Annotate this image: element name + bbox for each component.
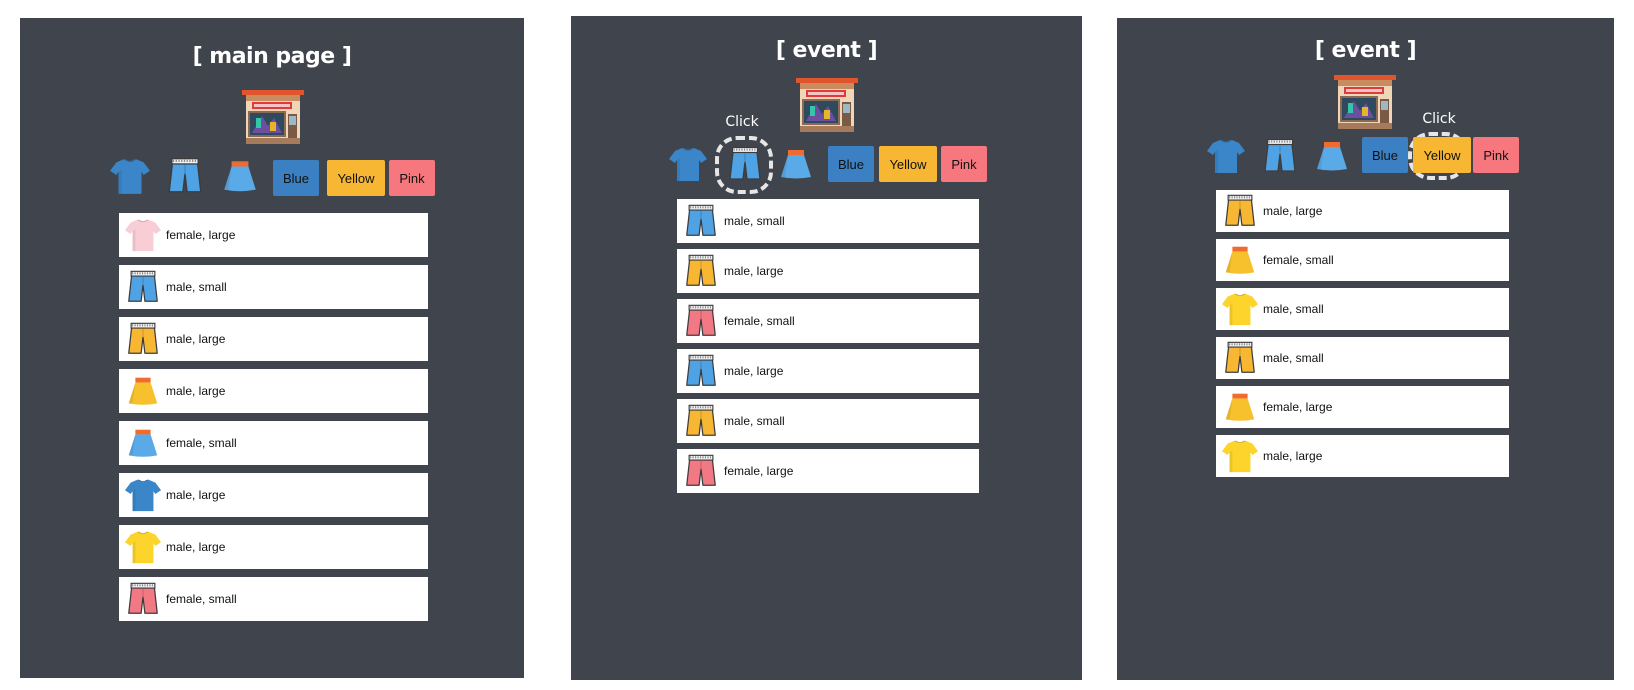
- shorts-icon: [122, 578, 164, 620]
- list-item[interactable]: male, small: [1216, 337, 1509, 379]
- yellow-filter-button[interactable]: Yellow: [1413, 137, 1471, 173]
- shorts-icon: [1219, 190, 1261, 232]
- tshirt-icon: [668, 144, 708, 184]
- event-panel-shorts: [ event ] Click Blue Yellow Pink male, s…: [571, 16, 1082, 680]
- panel-title: [ event ]: [775, 38, 878, 63]
- skirt-icon: [122, 422, 164, 464]
- shorts-filter-button[interactable]: [1258, 136, 1302, 176]
- list-item-label: female, large: [724, 464, 794, 478]
- list-item[interactable]: male, small: [677, 399, 979, 443]
- list-item-label: male, large: [166, 384, 226, 398]
- list-item-label: male, large: [166, 540, 226, 554]
- skirt-icon: [1312, 136, 1352, 176]
- list-item[interactable]: male, large: [677, 249, 979, 293]
- pink-filter-button[interactable]: Pink: [389, 160, 435, 196]
- list-item-label: male, large: [724, 364, 784, 378]
- list-item-label: male, large: [724, 264, 784, 278]
- list-item-label: female, large: [166, 228, 236, 242]
- shorts-icon: [680, 300, 722, 342]
- list-item[interactable]: male, small: [677, 199, 979, 243]
- click-label: Click: [1422, 111, 1456, 127]
- skirt-filter-button[interactable]: [774, 144, 818, 184]
- tshirt-filter-button[interactable]: [108, 156, 152, 196]
- pink-filter-button[interactable]: Pink: [1473, 137, 1519, 173]
- blue-filter-button[interactable]: Blue: [273, 160, 319, 196]
- list-item[interactable]: female, small: [1216, 239, 1509, 281]
- shorts-icon: [680, 350, 722, 392]
- list-item[interactable]: female, small: [119, 577, 428, 621]
- panel-title: [ event ]: [1314, 38, 1417, 63]
- pink-filter-button[interactable]: Pink: [941, 146, 987, 182]
- clothing-store-icon: [794, 76, 860, 134]
- list-item-label: male, large: [166, 488, 226, 502]
- shorts-icon: [680, 450, 722, 492]
- shorts-icon: [164, 155, 206, 197]
- shorts-icon: [1219, 337, 1261, 379]
- list-item-label: male, large: [1263, 204, 1323, 218]
- list-item[interactable]: female, large: [119, 213, 428, 257]
- list-item-label: female, small: [166, 592, 237, 606]
- main-page-panel: [ main page ] Blue Yellow Pink female, l…: [20, 18, 524, 678]
- clothing-store-icon: [1332, 73, 1398, 131]
- list-item-label: male, small: [166, 280, 227, 294]
- list-item-label: male, large: [166, 332, 226, 346]
- list-item[interactable]: male, large: [1216, 190, 1509, 232]
- list-item[interactable]: female, large: [677, 449, 979, 493]
- tshirt-filter-button[interactable]: [666, 144, 710, 184]
- shorts-filter-button[interactable]: [163, 156, 207, 196]
- tshirt-icon: [122, 526, 164, 568]
- blue-filter-button[interactable]: Blue: [1362, 137, 1408, 173]
- shorts-icon: [680, 250, 722, 292]
- list-item-label: male, small: [1263, 302, 1324, 316]
- list-item-label: female, small: [1263, 253, 1334, 267]
- list-item[interactable]: male, small: [119, 265, 428, 309]
- yellow-filter-button[interactable]: Yellow: [327, 160, 385, 196]
- skirt-icon: [122, 370, 164, 412]
- tshirt-icon: [1219, 435, 1261, 477]
- event-panel-yellow: [ event ] Click Blue Yellow Pink male, l…: [1117, 18, 1614, 680]
- list-item[interactable]: male, small: [1216, 288, 1509, 330]
- blue-filter-button[interactable]: Blue: [828, 146, 874, 182]
- tshirt-icon: [109, 155, 151, 197]
- list-item[interactable]: male, large: [119, 369, 428, 413]
- click-label: Click: [725, 114, 759, 130]
- shorts-icon: [680, 200, 722, 242]
- list-item[interactable]: male, large: [119, 473, 428, 517]
- list-item[interactable]: male, large: [677, 349, 979, 393]
- skirt-icon: [776, 144, 816, 184]
- list-item-label: male, small: [724, 414, 785, 428]
- list-item-label: female, small: [724, 314, 795, 328]
- list-item[interactable]: male, large: [119, 525, 428, 569]
- tshirt-filter-button[interactable]: [1204, 136, 1248, 176]
- list-item-label: female, large: [1263, 400, 1333, 414]
- list-item-label: male, large: [1263, 449, 1323, 463]
- panel-title: [ main page ]: [192, 44, 352, 69]
- list-item[interactable]: female, small: [119, 421, 428, 465]
- list-item-label: male, small: [1263, 351, 1324, 365]
- tshirt-icon: [1206, 136, 1246, 176]
- shorts-icon: [725, 144, 765, 184]
- list-item-label: male, small: [724, 214, 785, 228]
- list-item[interactable]: male, large: [119, 317, 428, 361]
- skirt-icon: [1219, 386, 1261, 428]
- skirt-icon: [219, 155, 261, 197]
- shorts-icon: [122, 318, 164, 360]
- list-item[interactable]: female, small: [677, 299, 979, 343]
- skirt-filter-button[interactable]: [1310, 136, 1354, 176]
- shorts-icon: [680, 400, 722, 442]
- list-item[interactable]: female, large: [1216, 386, 1509, 428]
- tshirt-icon: [1219, 288, 1261, 330]
- list-item[interactable]: male, large: [1216, 435, 1509, 477]
- yellow-filter-button[interactable]: Yellow: [879, 146, 937, 182]
- shorts-icon: [122, 266, 164, 308]
- shorts-filter-button[interactable]: [723, 144, 767, 184]
- clothing-store-icon: [240, 88, 306, 146]
- tshirt-icon: [122, 214, 164, 256]
- skirt-icon: [1219, 239, 1261, 281]
- list-item-label: female, small: [166, 436, 237, 450]
- shorts-icon: [1260, 136, 1300, 176]
- tshirt-icon: [122, 474, 164, 516]
- skirt-filter-button[interactable]: [218, 156, 262, 196]
